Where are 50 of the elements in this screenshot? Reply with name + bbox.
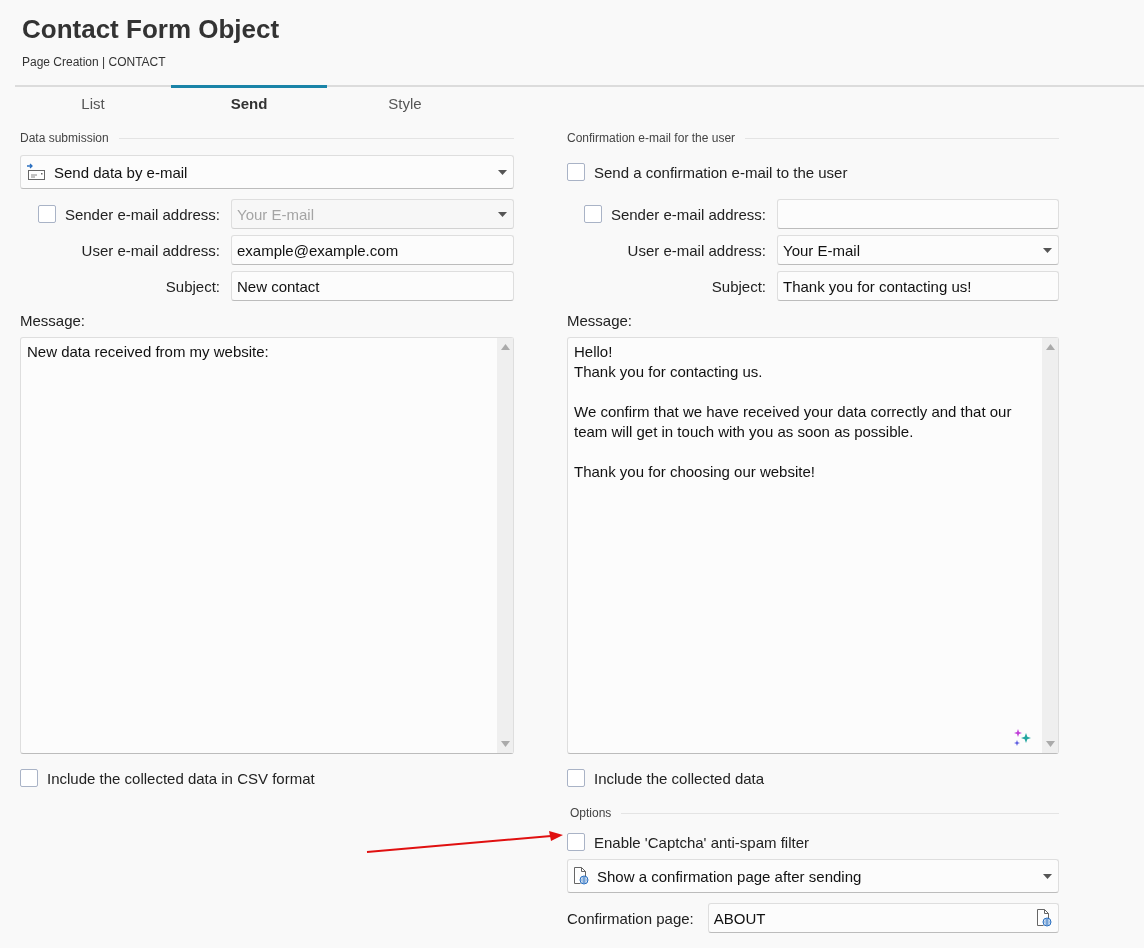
page-globe-icon (1036, 909, 1052, 927)
input-field[interactable]: ABOUT (707, 903, 1059, 933)
page-globe-icon (573, 867, 589, 885)
page-title: Contact Form Object (22, 13, 281, 46)
input-field[interactable]: New contact (231, 271, 514, 301)
scroll-down-icon[interactable] (500, 741, 510, 747)
dropdown[interactable]: Your E-mail (777, 235, 1059, 265)
field-label: Subject: (165, 277, 220, 295)
caret-icon (1043, 873, 1052, 879)
message-label: Message: (20, 312, 87, 331)
tab[interactable]: Style (327, 85, 483, 118)
input-field[interactable] (777, 199, 1059, 229)
checkbox[interactable] (567, 833, 585, 851)
scrollbar[interactable] (1042, 338, 1058, 753)
section-heading: Confirmation e-mail for the user (567, 131, 736, 145)
section-heading: Data submission (20, 131, 109, 145)
scrollbar[interactable] (497, 338, 513, 753)
caret-icon (1043, 247, 1052, 253)
caret-icon (498, 169, 507, 175)
field-label: Sender e-mail address: (610, 205, 766, 223)
breadcrumb: Page Creation | CONTACT (22, 55, 166, 69)
field-label: Subject: (711, 277, 766, 295)
checkbox-label: Enable 'Captcha' anti-spam filter (594, 833, 809, 851)
section-heading: Options (570, 806, 612, 820)
caret-icon (498, 211, 507, 217)
field-label: Sender e-mail address: (64, 205, 220, 223)
tab[interactable]: List (15, 85, 171, 118)
dropdown[interactable]: Show a confirmation page after sending (567, 859, 1059, 893)
field-label: User e-mail address: (627, 241, 766, 259)
input-field[interactable]: Thank you for contacting us! (777, 271, 1059, 301)
checkbox-label: Include the collected data in CSV format (47, 769, 315, 787)
dropdown[interactable]: Send data by e-mail (20, 155, 514, 189)
envelope-icon (26, 163, 46, 181)
scroll-down-icon[interactable] (1045, 741, 1055, 747)
checkbox[interactable] (567, 769, 585, 787)
message-textarea[interactable]: Hello! Thank you for contacting us. We confirm that we have received your data correctly and that our team will get in touch with you as soon as possible. Thank you for choosing our website! (567, 337, 1059, 754)
checkbox[interactable] (567, 163, 585, 181)
sparkle-icon[interactable] (1013, 728, 1032, 747)
scroll-up-icon[interactable] (1045, 344, 1055, 350)
message-label: Message: (567, 312, 634, 331)
checkbox[interactable] (20, 769, 38, 787)
checkbox[interactable] (583, 205, 602, 223)
scroll-up-icon[interactable] (500, 344, 510, 350)
checkbox-label: Send a confirmation e-mail to the user (594, 163, 848, 181)
input-field[interactable]: example@example.com (231, 235, 514, 265)
checkbox-label: Include the collected data (594, 769, 765, 787)
tab[interactable]: Send (171, 85, 327, 118)
field-label: User e-mail address: (81, 241, 220, 259)
message-textarea[interactable]: New data received from my website: (20, 337, 514, 754)
field-label: Confirmation page: (567, 909, 694, 927)
